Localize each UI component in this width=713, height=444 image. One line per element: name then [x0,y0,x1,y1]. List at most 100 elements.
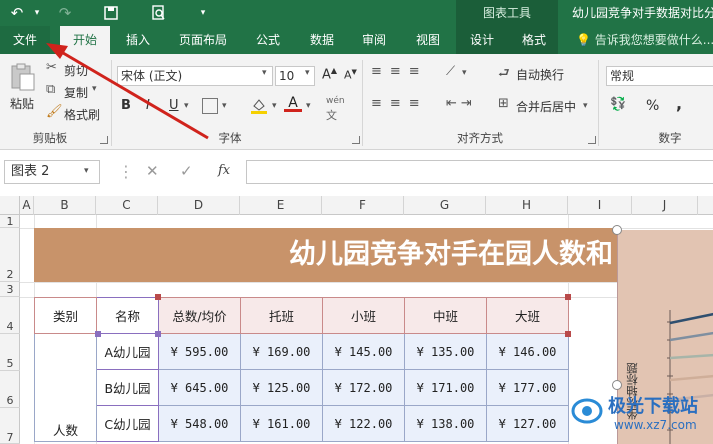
font-size-dropdown-icon[interactable]: ▾ [305,68,310,78]
value-cell[interactable]: ¥ 171.00 [404,369,487,406]
tab-page-layout[interactable]: 页面布局 [170,26,236,54]
format-painter-button[interactable]: 格式刷 [64,106,100,123]
font-name-dropdown-icon[interactable]: ▾ [262,68,267,78]
column-header-f[interactable]: F [322,196,404,215]
chart-series-line[interactable] [669,312,713,325]
format-painter-icon[interactable]: 🖌 [46,104,63,119]
header-cell-middle[interactable]: 中班 [404,297,487,334]
header-cell-toddler[interactable]: 托班 [240,297,323,334]
insert-function-icon[interactable]: fx [218,163,230,178]
column-header-j[interactable]: J [632,196,698,215]
header-cell-name[interactable]: 名称 [96,297,159,334]
phonetic-guide-icon[interactable]: wén [326,96,345,106]
name-box-dropdown-icon[interactable]: ▾ [84,166,89,176]
column-header-h[interactable]: H [486,196,568,215]
font-name-select[interactable]: 宋体 (正文) [117,66,273,86]
cut-button[interactable]: 剪切 [64,62,88,79]
merge-center-button[interactable]: 合并后居中 [516,98,576,115]
row-header-3[interactable]: 3 [0,282,20,297]
fill-color-dropdown-icon[interactable]: ▾ [272,101,277,111]
column-header-a[interactable]: A [20,196,34,215]
value-cell[interactable]: ¥ 127.00 [486,405,569,442]
enter-formula-icon[interactable]: ✓ [180,162,193,180]
range-handle[interactable] [565,294,571,300]
chart-series-line[interactable] [669,353,713,360]
font-color-icon[interactable]: A [284,95,302,115]
column-header-b[interactable]: B [34,196,96,215]
value-cell[interactable]: ¥ 125.00 [240,369,323,406]
paste-icon[interactable] [10,62,36,92]
column-header-g[interactable]: G [404,196,486,215]
tab-file[interactable]: 文件 [0,26,50,54]
paste-button-label[interactable]: 粘贴 [10,95,34,112]
currency-icon[interactable]: 💱 [610,97,626,112]
value-cell[interactable]: ¥ 172.00 [322,369,405,406]
row-header-7[interactable]: 7 [0,408,20,444]
copy-button[interactable]: 复制 [64,84,88,101]
italic-button[interactable]: I [146,98,150,113]
borders-dropdown-icon[interactable]: ▾ [222,101,227,111]
tab-insert[interactable]: 插入 [116,26,160,54]
cancel-formula-icon[interactable]: ✕ [146,162,159,180]
borders-icon[interactable] [202,98,218,114]
value-cell[interactable]: ¥ 645.00 [158,369,241,406]
font-color-dropdown-icon[interactable]: ▾ [306,101,311,111]
category-cell[interactable]: 人数 [34,333,97,442]
fill-color-icon[interactable] [250,96,268,114]
merge-center-icon[interactable]: ⊞ [498,96,509,111]
undo-icon[interactable]: ↶ [6,3,28,23]
save-icon[interactable] [100,3,122,23]
clipboard-launcher-icon[interactable] [100,136,108,144]
value-cell[interactable]: ¥ 138.00 [404,405,487,442]
number-format-select[interactable]: 常规 [606,66,713,86]
redo-icon[interactable]: ↷ [54,3,76,23]
orientation-dropdown-icon[interactable]: ▾ [462,68,467,78]
row-header-6[interactable]: 6 [0,371,20,408]
font-launcher-icon[interactable] [352,136,360,144]
bold-button[interactable]: B [121,98,131,113]
underline-dropdown-icon[interactable]: ▾ [184,101,189,111]
tab-view[interactable]: 视图 [406,26,450,54]
merge-dropdown-icon[interactable]: ▾ [583,101,588,111]
value-cell[interactable]: ¥ 161.00 [240,405,323,442]
tab-format[interactable]: 格式 [512,26,556,54]
column-header-c[interactable]: C [96,196,158,215]
chart-resize-handle[interactable] [612,225,622,235]
column-header-i[interactable]: I [568,196,632,215]
range-handle[interactable] [155,331,161,337]
range-handle[interactable] [565,331,571,337]
value-cell[interactable]: ¥ 169.00 [240,333,323,370]
tab-formulas[interactable]: 公式 [246,26,290,54]
row-header-4[interactable]: 4 [0,297,20,334]
alignment-launcher-icon[interactable] [588,136,596,144]
undo-dropdown-icon[interactable]: ▾ [26,3,48,23]
tab-home[interactable]: 开始 [60,26,110,55]
row-name-cell[interactable]: C幼儿园 [96,405,159,442]
formula-input[interactable] [246,160,713,184]
tab-data[interactable]: 数据 [300,26,344,54]
percent-button[interactable]: % [646,98,659,114]
range-handle[interactable] [155,294,161,300]
value-cell[interactable]: ¥ 145.00 [322,333,405,370]
wrap-text-icon[interactable]: ⮐ [498,64,510,86]
value-cell[interactable]: ¥ 122.00 [322,405,405,442]
copy-dropdown-icon[interactable]: ▾ [92,84,97,94]
horizontal-align-icons[interactable]: ≡≡≡ [371,96,428,111]
copy-icon[interactable]: ⧉ [46,82,55,97]
tab-review[interactable]: 审阅 [352,26,396,54]
comma-button[interactable]: , [676,94,682,113]
header-cell-total[interactable]: 总数/均价 [158,297,241,334]
value-cell[interactable]: ¥ 548.00 [158,405,241,442]
value-cell[interactable]: ¥ 595.00 [158,333,241,370]
shrink-font-icon[interactable]: A▼ [344,68,357,82]
orientation-icon[interactable]: ⟋ [446,64,455,79]
row-header-2[interactable]: 2 [0,228,20,282]
vertical-align-icons[interactable]: ≡≡≡ [371,64,428,79]
value-cell[interactable]: ¥ 135.00 [404,333,487,370]
chart-series-line[interactable] [669,331,713,342]
header-cell-senior[interactable]: 大班 [486,297,569,334]
column-header-e[interactable]: E [240,196,322,215]
header-cell-category[interactable]: 类别 [34,297,97,334]
grow-font-icon[interactable]: A▲ [322,66,337,82]
select-all-corner[interactable] [0,196,20,215]
